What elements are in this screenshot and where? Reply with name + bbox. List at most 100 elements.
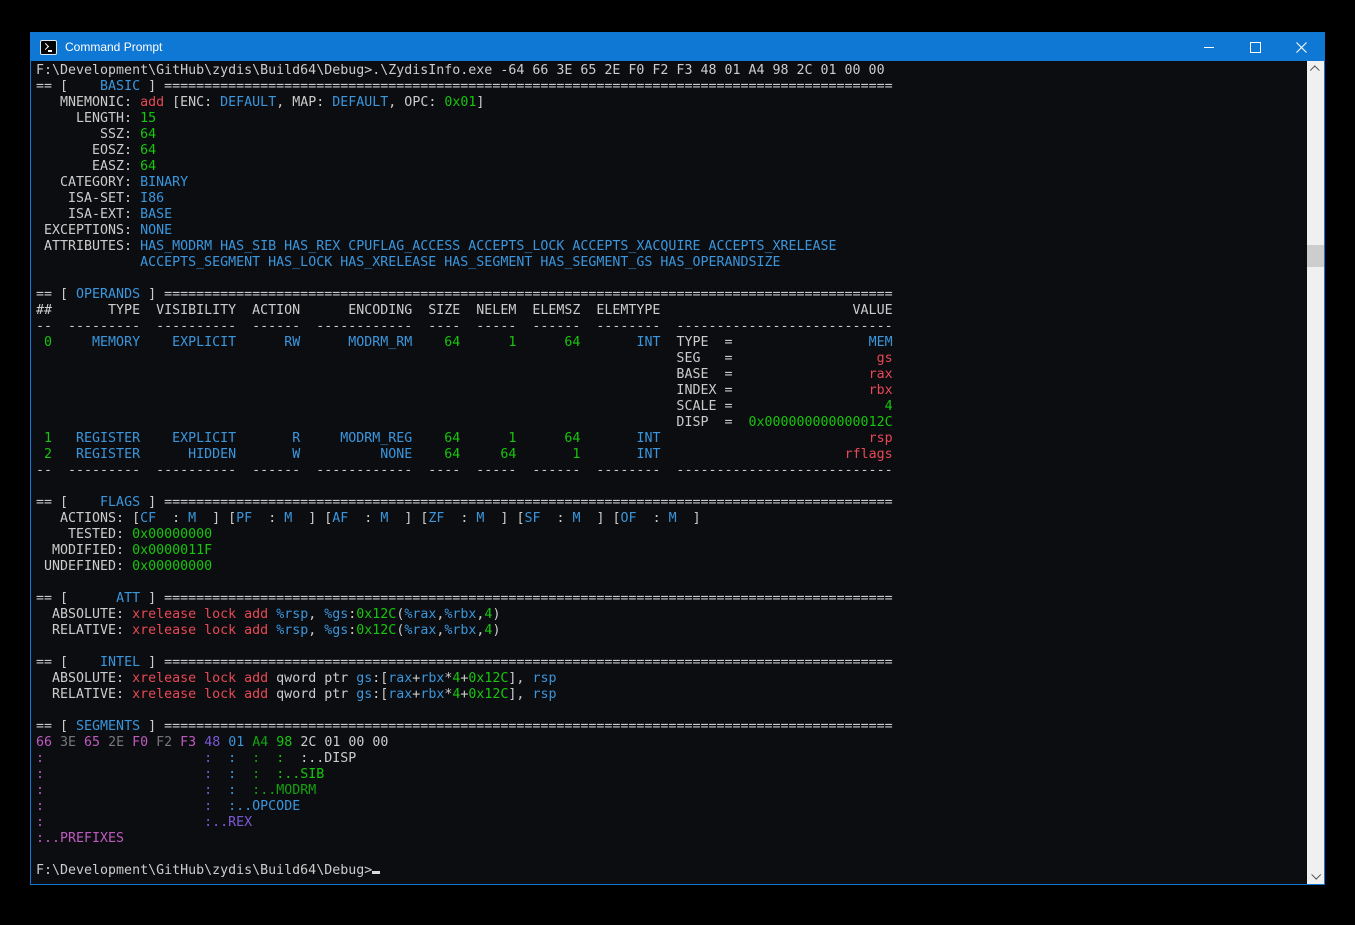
title-bar[interactable]: Command Prompt bbox=[31, 33, 1324, 61]
terminal-line: BASE = rax bbox=[36, 367, 1307, 383]
text-run: : bbox=[44, 767, 212, 782]
terminal-line: EASZ: 64 bbox=[36, 159, 1307, 175]
scrollbar-thumb[interactable] bbox=[1307, 245, 1324, 267]
minimize-button[interactable] bbox=[1186, 33, 1232, 61]
text-run: : bbox=[44, 799, 212, 814]
maximize-button[interactable] bbox=[1232, 33, 1278, 61]
text-run: : bbox=[252, 511, 284, 526]
text-run: SEGMENTS bbox=[76, 719, 140, 734]
text-run: :..REX bbox=[44, 815, 252, 830]
scroll-up-button[interactable] bbox=[1307, 61, 1324, 78]
text-run: ABSOLUTE: bbox=[36, 607, 132, 622]
text-run: SF bbox=[524, 511, 540, 526]
text-run: gs bbox=[356, 671, 372, 686]
text-run: 0x12C bbox=[468, 671, 508, 686]
text-run: :..MODRM bbox=[236, 783, 316, 798]
text-run: 01 bbox=[220, 735, 244, 750]
text-run: ) bbox=[492, 623, 500, 638]
text-run: rsp bbox=[532, 671, 556, 686]
text-run: PF bbox=[236, 511, 252, 526]
text-run: [ENC: bbox=[164, 95, 220, 110]
text-run: MEM bbox=[869, 335, 893, 350]
text-run: 4 bbox=[885, 399, 893, 414]
text-run bbox=[660, 431, 868, 446]
text-run: :..OPCODE bbox=[212, 799, 300, 814]
text-run: ] ======================================… bbox=[140, 495, 893, 510]
text-run: DISP = bbox=[36, 415, 748, 430]
terminal-line bbox=[36, 271, 1307, 287]
text-run: EOSZ: bbox=[36, 143, 140, 158]
text-run: 64 bbox=[516, 335, 580, 350]
text-run: ] ======================================… bbox=[140, 719, 893, 734]
terminal-line: INDEX = rbx bbox=[36, 383, 1307, 399]
text-run bbox=[268, 623, 276, 638]
text-run: ) bbox=[492, 607, 500, 622]
text-run: : bbox=[36, 767, 44, 782]
text-run: ISA-EXT: bbox=[36, 207, 140, 222]
terminal-line: F:\Development\GitHub\zydis\Build64\Debu… bbox=[36, 63, 1307, 79]
text-run: rsp bbox=[532, 687, 556, 702]
terminal-line: -- --------- ---------- ------ ---------… bbox=[36, 463, 1307, 479]
terminal-window: Command Prompt F:\Development\GitHub\zyd… bbox=[30, 32, 1325, 885]
text-run: INT bbox=[580, 335, 660, 350]
text-run: %rax bbox=[404, 623, 436, 638]
text-run: EXPLICIT bbox=[140, 431, 236, 446]
terminal-line: EXCEPTIONS: NONE bbox=[36, 223, 1307, 239]
text-run: : bbox=[540, 511, 572, 526]
text-run: RW bbox=[236, 335, 300, 350]
text-run: : bbox=[36, 783, 44, 798]
text-run: F:\Development\GitHub\zydis\Build64\Debu… bbox=[36, 863, 372, 878]
text-run: : bbox=[44, 751, 212, 766]
terminal-line bbox=[36, 575, 1307, 591]
terminal-line: 2 REGISTER HIDDEN W NONE 64 64 1 INT rfl… bbox=[36, 447, 1307, 463]
text-run: DEFAULT bbox=[332, 95, 388, 110]
text-run: : bbox=[36, 751, 44, 766]
close-button[interactable] bbox=[1278, 33, 1324, 61]
text-run: rbx bbox=[869, 383, 893, 398]
text-run: 3E bbox=[52, 735, 76, 750]
terminal-line: ACCEPTS_SEGMENT HAS_LOCK HAS_XRELEASE HA… bbox=[36, 255, 1307, 271]
terminal-line bbox=[36, 639, 1307, 655]
text-run: rflags bbox=[845, 447, 893, 462]
text-run: 1 bbox=[460, 335, 516, 350]
terminal-line: == [ INTEL ] ===========================… bbox=[36, 655, 1307, 671]
text-run: 2 bbox=[36, 447, 52, 462]
terminal-line: 0 MEMORY EXPLICIT RW MODRM_RM 64 1 64 IN… bbox=[36, 335, 1307, 351]
text-run: INT bbox=[580, 447, 660, 462]
text-run: %rax bbox=[404, 607, 436, 622]
text-run: FLAGS bbox=[100, 495, 140, 510]
text-run: rbx bbox=[420, 671, 444, 686]
text-run: , bbox=[308, 607, 324, 622]
text-run: : bbox=[212, 767, 236, 782]
text-run: 64 bbox=[140, 127, 156, 142]
text-run: ] [ bbox=[196, 511, 236, 526]
terminal-line: SCALE = 4 bbox=[36, 399, 1307, 415]
terminal-line: -- --------- ---------- ------ ---------… bbox=[36, 319, 1307, 335]
text-run: OPERANDS bbox=[76, 287, 140, 302]
terminal-line: 1 REGISTER EXPLICIT R MODRM_REG 64 1 64 … bbox=[36, 431, 1307, 447]
text-run: 1 bbox=[36, 431, 52, 446]
text-run: INTEL bbox=[100, 655, 140, 670]
text-run: rax bbox=[869, 367, 893, 382]
cmd-icon[interactable] bbox=[40, 40, 57, 55]
text-run: RELATIVE: bbox=[36, 623, 132, 638]
scroll-down-button[interactable] bbox=[1307, 867, 1324, 884]
text-run: SEG = bbox=[36, 351, 877, 366]
text-run: MODRM_RM bbox=[300, 335, 412, 350]
vertical-scrollbar[interactable] bbox=[1307, 61, 1324, 884]
text-run: : bbox=[212, 783, 236, 798]
text-run: UNDEFINED: bbox=[36, 559, 132, 574]
terminal-line: TESTED: 0x00000000 bbox=[36, 527, 1307, 543]
text-run: : bbox=[236, 751, 260, 766]
text-run: 15 bbox=[140, 111, 156, 126]
text-run: rbx bbox=[420, 687, 444, 702]
text-run: qword ptr bbox=[268, 687, 356, 702]
terminal-line: F:\Development\GitHub\zydis\Build64\Debu… bbox=[36, 863, 1307, 879]
text-run: 64 bbox=[140, 143, 156, 158]
console-output[interactable]: F:\Development\GitHub\zydis\Build64\Debu… bbox=[31, 61, 1307, 884]
terminal-line: 66 3E 65 2E F0 F2 F3 48 01 A4 98 2C 01 0… bbox=[36, 735, 1307, 751]
text-run: : bbox=[260, 751, 284, 766]
text-run: rsp bbox=[869, 431, 893, 446]
text-run: :..PREFIXES bbox=[36, 831, 124, 846]
text-run: , OPC: bbox=[388, 95, 444, 110]
